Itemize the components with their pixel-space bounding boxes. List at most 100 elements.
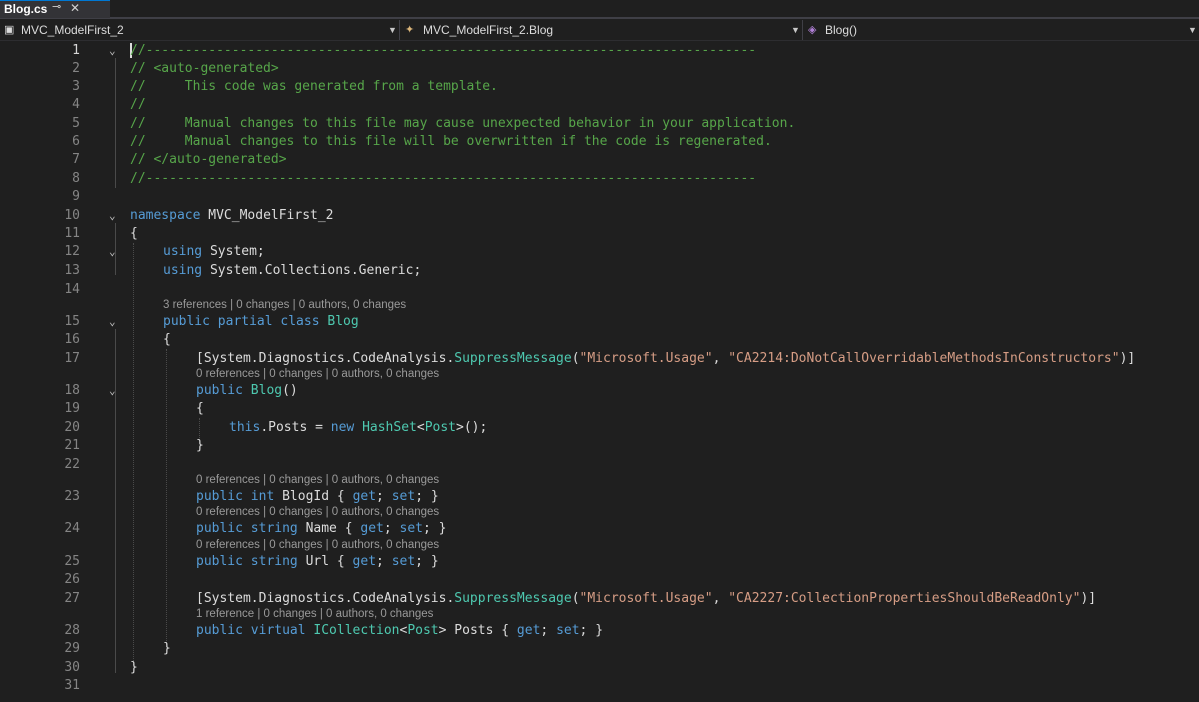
line-number: 17 — [64, 351, 80, 366]
tab-title: Blog.cs — [4, 2, 48, 16]
line-number: 23 — [64, 489, 80, 504]
code-line-11: { — [130, 226, 138, 241]
line-number: 31 — [64, 678, 80, 693]
codelens-blog-class[interactable]: 3 references | 0 changes | 0 authors, 0 … — [163, 299, 406, 311]
type-dropdown-label: MVC_ModelFirst_2.Blog — [423, 23, 554, 37]
line-number: 26 — [64, 572, 80, 587]
keyword: get — [516, 623, 541, 638]
code-text: ; — [376, 554, 392, 569]
close-icon[interactable]: ✕ — [70, 1, 80, 15]
type-name: HashSet — [362, 420, 417, 435]
code-text: BlogId { — [274, 489, 353, 504]
code-line-16: { — [163, 332, 171, 347]
code-text: < — [416, 420, 425, 435]
line-number: 13 — [64, 263, 80, 278]
editor-margin — [0, 42, 18, 702]
code-line-19: { — [196, 401, 204, 416]
document-tab-strip: Blog.cs ⊸ ✕ — [0, 0, 1199, 19]
code-text: Url { — [297, 554, 353, 569]
navigation-bar: ▣ MVC_ModelFirst_2 ▼ ✦ MVC_ModelFirst_2.… — [0, 20, 1199, 41]
codelens-url[interactable]: 0 references | 0 changes | 0 authors, 0 … — [196, 539, 439, 551]
keyword: set — [391, 489, 416, 504]
keyword: using — [163, 244, 203, 259]
pin-icon[interactable]: ⊸ — [52, 0, 61, 13]
code-line-13: using System.Collections.Generic; — [163, 263, 421, 278]
fold-toggle-icon[interactable]: ⌄ — [109, 315, 116, 328]
project-dropdown-label: MVC_ModelFirst_2 — [21, 23, 124, 37]
code-line-3: // This code was generated from a templa… — [130, 79, 498, 94]
codelens-posts[interactable]: 1 reference | 0 changes | 0 authors, 0 c… — [196, 608, 433, 620]
line-number: 21 — [64, 438, 80, 453]
code-line-27: [System.Diagnostics.CodeAnalysis.Suppres… — [196, 591, 1096, 606]
code-text: ( — [571, 351, 580, 366]
keyword: public partial class — [163, 314, 320, 329]
code-text: System.Collections.Generic; — [202, 263, 422, 278]
code-line-1: //--------------------------------------… — [130, 43, 757, 58]
code-text: ; } — [579, 623, 604, 638]
class-icon: ✦ — [405, 24, 415, 36]
code-line-5: // Manual changes to this file may cause… — [130, 116, 796, 131]
type-name: Post — [424, 420, 457, 435]
keyword: public int — [196, 489, 275, 504]
code-line-10: namespace MVC_ModelFirst_2 — [130, 208, 334, 223]
type-name: SuppressMessage — [454, 351, 572, 366]
code-text: )] — [1119, 351, 1136, 366]
code-line-20: this.Posts = new HashSet<Post>(); — [229, 420, 487, 435]
code-line-18: public Blog() — [196, 383, 298, 398]
fold-region-line — [115, 58, 116, 188]
string-literal: "CA2214:DoNotCallOverridableMethodsInCon… — [728, 351, 1120, 366]
code-text: , — [712, 351, 729, 366]
codelens-constructor[interactable]: 0 references | 0 changes | 0 authors, 0 … — [196, 368, 439, 380]
code-line-12: using System; — [163, 244, 265, 259]
code-line-25: public string Url { get; set; } — [196, 554, 439, 569]
code-text: ; — [383, 521, 400, 536]
line-number: 22 — [64, 457, 80, 472]
line-number: 12 — [64, 244, 80, 259]
code-text: Name { — [297, 521, 361, 536]
tab-blog-cs[interactable]: Blog.cs ⊸ ✕ — [0, 0, 110, 18]
keyword: set — [391, 554, 416, 569]
codelens-blogid[interactable]: 0 references | 0 changes | 0 authors, 0 … — [196, 474, 439, 486]
line-number: 5 — [72, 116, 80, 131]
code-line-30: } — [130, 660, 138, 675]
line-number: 11 — [64, 226, 80, 241]
fold-toggle-icon[interactable]: ⌄ — [109, 44, 116, 57]
code-line-8: //--------------------------------------… — [130, 171, 757, 186]
indent-guide — [133, 243, 134, 667]
code-text: .Posts = — [260, 420, 331, 435]
chevron-down-icon: ▼ — [388, 25, 397, 35]
codelens-name[interactable]: 0 references | 0 changes | 0 authors, 0 … — [196, 506, 439, 518]
line-number: 7 — [72, 152, 80, 167]
fold-toggle-icon[interactable]: ⌄ — [109, 209, 116, 222]
code-line-28: public virtual ICollection<Post> Posts {… — [196, 623, 603, 638]
line-number: 19 — [64, 401, 80, 416]
line-number: 3 — [72, 79, 80, 94]
code-text: > Posts { — [438, 623, 517, 638]
line-number: 10 — [64, 208, 80, 223]
project-dropdown[interactable]: ▣ MVC_ModelFirst_2 ▼ — [0, 20, 400, 40]
keyword: get — [352, 554, 377, 569]
indent-guide — [199, 418, 200, 438]
keyword: set — [556, 623, 580, 638]
code-text: ; } — [415, 554, 439, 569]
line-number: 29 — [64, 641, 80, 656]
keyword: using — [163, 263, 203, 278]
line-number: 2 — [72, 61, 80, 76]
line-number: 18 — [64, 383, 80, 398]
line-number: 1 — [72, 43, 80, 58]
chevron-down-icon: ▼ — [791, 25, 800, 35]
member-dropdown[interactable]: ◈ Blog() ▼ — [804, 20, 1199, 40]
code-text: >(); — [456, 420, 488, 435]
line-number: 30 — [64, 660, 80, 675]
fold-region-line — [115, 329, 116, 673]
csharp-project-icon: ▣ — [4, 24, 15, 36]
keyword: public string — [196, 521, 298, 536]
code-text: System; — [202, 244, 265, 259]
type-dropdown[interactable]: ✦ MVC_ModelFirst_2.Blog ▼ — [401, 20, 803, 40]
code-line-17: [System.Diagnostics.CodeAnalysis.Suppres… — [196, 351, 1135, 366]
code-text: ; — [376, 489, 392, 504]
code-text: [System.Diagnostics.CodeAnalysis. — [196, 591, 455, 606]
keyword: set — [399, 521, 423, 536]
fold-region-line — [115, 223, 116, 275]
code-line-23: public int BlogId { get; set; } — [196, 489, 439, 504]
